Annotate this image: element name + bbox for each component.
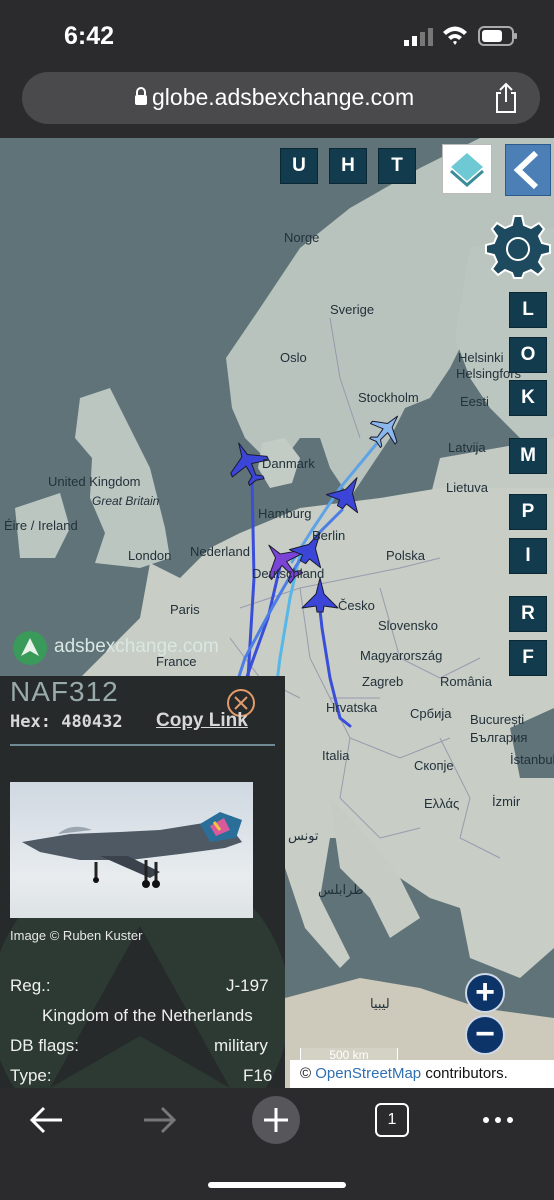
map-label-ellas: Ελλάς: [424, 796, 460, 811]
map-label-hamburg: Hamburg: [258, 506, 312, 521]
toggle-h-button[interactable]: H: [329, 148, 367, 184]
toggle-t-button[interactable]: T: [378, 148, 416, 184]
map-label-slovensko: Slovensko: [378, 618, 438, 633]
panel-divider: [10, 744, 275, 746]
map-label-helsinki: Helsinki: [458, 350, 504, 365]
home-indicator: [208, 1182, 346, 1188]
map-label-norge: Norge: [284, 230, 320, 245]
map-label-istanbul: İstanbul: [510, 752, 554, 767]
status-time: 6:42: [64, 22, 115, 50]
wifi-icon: [443, 26, 467, 45]
map-label-tripoli: طرابلس: [318, 882, 364, 897]
db-flags-value: military: [214, 1036, 268, 1055]
toggle-m-button[interactable]: M: [509, 438, 547, 474]
map-label-srbija: Србија: [410, 706, 452, 721]
map-label-danmark: Danmark: [262, 456, 315, 471]
toggle-l-button[interactable]: L: [509, 292, 547, 328]
map-label-izmir: İzmir: [492, 794, 521, 809]
adsbexchange-logo-icon: [13, 631, 47, 665]
map-label-romania: România: [440, 674, 493, 689]
map-label-skopje: Скопје: [414, 758, 454, 773]
map-label-zagreb: Zagreb: [362, 674, 404, 689]
map-label-deutschland: Deutschland: [252, 566, 325, 581]
map-label-eire: Éire / Ireland: [4, 518, 78, 533]
map-label-bulgaria: България: [470, 730, 528, 745]
reg-value: J-197: [226, 976, 269, 995]
map-label-oslo: Oslo: [280, 350, 307, 365]
toggle-f-button[interactable]: F: [509, 640, 547, 676]
map-label-paris: Paris: [170, 602, 200, 617]
more-options-icon[interactable]: [478, 1102, 518, 1138]
toggle-i-button[interactable]: I: [509, 538, 547, 574]
toggle-r-button[interactable]: R: [509, 596, 547, 632]
battery-icon: [478, 26, 517, 46]
map-label-eesti: Eesti: [460, 394, 489, 409]
zoom-out-button[interactable]: −: [465, 1015, 505, 1055]
openstreetmap-link[interactable]: OpenStreetMap: [315, 1065, 421, 1082]
attribution-suffix: contributors.: [425, 1065, 508, 1082]
tab-count-button[interactable]: 1: [375, 1103, 409, 1137]
map-label-tunisia: تونس: [288, 828, 319, 843]
url-text[interactable]: globe.adsbexchange.com: [152, 84, 414, 111]
map-label-hrvatska: Hrvatska: [326, 700, 378, 715]
layers-button[interactable]: [442, 144, 492, 194]
aircraft-callsign: NAF312: [10, 676, 119, 707]
reg-label: Reg.:: [10, 976, 51, 995]
type-value: F16: [243, 1066, 273, 1085]
toggle-p-button[interactable]: P: [509, 494, 547, 530]
map-label-libya: ليبيا: [370, 996, 390, 1011]
layers-icon: [450, 153, 484, 187]
zoom-out-label: −: [475, 1015, 495, 1053]
map-attribution: © OpenStreetMap contributors.: [290, 1060, 554, 1088]
map-label-bucuresti: București: [470, 712, 525, 727]
forward-arrow-icon[interactable]: [140, 1102, 180, 1138]
map-label-london: London: [128, 548, 172, 563]
settings-gear-icon[interactable]: [484, 212, 552, 280]
zoom-in-label: +: [475, 973, 495, 1011]
map-label-nederland: Nederland: [190, 544, 250, 559]
collapse-sidebar-button[interactable]: [505, 144, 551, 196]
map-label-latvija: Latvija: [448, 440, 486, 455]
new-tab-button[interactable]: [251, 1095, 301, 1145]
back-arrow-icon[interactable]: [26, 1102, 66, 1138]
hex-field: Hex: 480432: [10, 712, 123, 732]
toggle-k-button[interactable]: K: [509, 380, 547, 416]
map-label-sverige: Sverige: [330, 302, 375, 317]
attribution-copyright: ©: [300, 1065, 312, 1082]
map-label-great-britain: Great Britain: [92, 494, 160, 508]
map-label-italia: Italia: [322, 748, 350, 763]
map-label-berlin: Berlin: [312, 528, 346, 543]
f16-jet-image: [22, 812, 242, 888]
toggle-o-button[interactable]: O: [509, 337, 547, 373]
image-credit: Image © Ruben Kuster: [10, 928, 143, 943]
country-value: Kingdom of the Netherlands: [42, 1006, 253, 1025]
toggle-u-button[interactable]: U: [280, 148, 318, 184]
brand-name: adsbexchange.com: [54, 636, 219, 657]
share-icon[interactable]: [492, 82, 520, 114]
aircraft-photo[interactable]: [10, 782, 253, 918]
map-label-cesko: Česko: [338, 598, 375, 613]
copy-link-button[interactable]: Copy Link: [156, 710, 248, 732]
db-flags-label: DB flags:: [10, 1036, 79, 1055]
zoom-in-button[interactable]: +: [465, 973, 505, 1013]
chevron-left-icon: [513, 150, 539, 190]
type-label: Type:: [10, 1066, 52, 1085]
lock-icon: [135, 87, 147, 105]
status-bar: 6:42: [0, 0, 554, 72]
hex-label: Hex:: [10, 712, 51, 732]
map-label-magyarorszag: Magyarország: [360, 648, 443, 663]
map-label-united-kingdom: United Kingdom: [48, 474, 141, 489]
map-label-stockholm: Stockholm: [358, 390, 419, 405]
map-label-lietuva: Lietuva: [446, 480, 488, 495]
hex-value: 480432: [61, 712, 123, 732]
cellular-signal-icon: [404, 28, 433, 46]
map-label-polska: Polska: [386, 548, 426, 563]
